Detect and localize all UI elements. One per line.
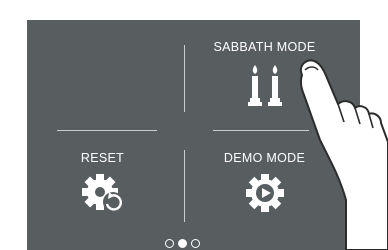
- pagination-dots: [165, 239, 200, 248]
- gear-reset-icon: [81, 174, 123, 212]
- demo-mode-label: DEMO MODE: [223, 151, 306, 165]
- control-panel-screen: SABBATH MODE RESET DEMO MODE: [27, 20, 360, 250]
- tile-empty: [47, 40, 182, 135]
- sabbath-mode-label: SABBATH MODE: [213, 40, 316, 54]
- divider-vertical-top: [184, 45, 185, 112]
- page-dot-2-active[interactable]: [178, 239, 187, 248]
- sabbath-mode-button[interactable]: SABBATH MODE: [197, 40, 332, 120]
- divider-horizontal-left: [57, 130, 157, 131]
- demo-mode-button[interactable]: DEMO MODE: [197, 151, 332, 231]
- reset-label: RESET: [80, 151, 125, 165]
- divider-horizontal-right: [213, 130, 309, 131]
- divider-vertical-bottom: [184, 150, 185, 222]
- reset-button[interactable]: RESET: [35, 151, 170, 231]
- page-dot-3[interactable]: [191, 239, 200, 248]
- page-dot-1[interactable]: [165, 239, 174, 248]
- gear-play-icon: [245, 174, 284, 212]
- candles-icon: [247, 65, 282, 106]
